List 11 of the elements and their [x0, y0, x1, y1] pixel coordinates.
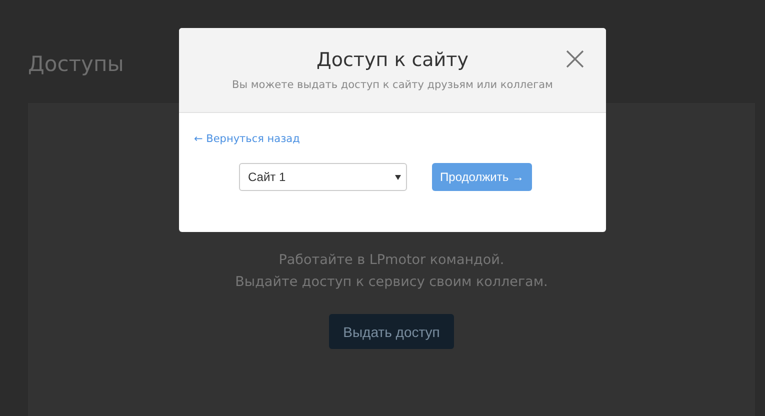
close-icon[interactable]: [566, 50, 584, 68]
continue-button[interactable]: Продолжить →: [432, 163, 532, 191]
caret-icon: [395, 174, 401, 180]
site-select[interactable]: Сайт 1: [239, 163, 407, 191]
intro-text: Работайте в LPmotor командой.: [278, 251, 504, 270]
modal-subtitle: Вы можете выдать доступ к сайту друзьям или коллегам: [232, 79, 553, 91]
back-link[interactable]: ← Вернуться назад: [194, 133, 300, 145]
modal-title: Доступ к сайту: [316, 48, 468, 73]
page-title: Доступы: [28, 51, 124, 77]
intro-text: Выдайте доступ к сервису своим коллегам.: [235, 273, 548, 292]
grant-access-button[interactable]: Выдать доступ: [329, 314, 454, 349]
